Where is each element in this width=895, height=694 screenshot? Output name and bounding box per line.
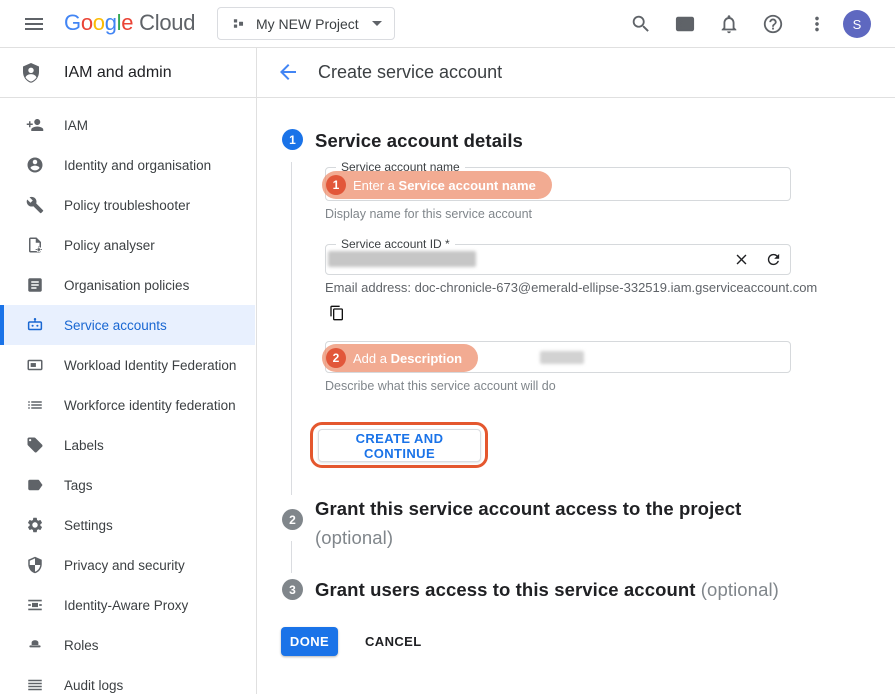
top-app-bar: Google Cloud My NEW Project — [0, 0, 895, 48]
google-logo-word: Google — [64, 10, 133, 36]
project-selector[interactable]: My NEW Project — [217, 7, 395, 40]
header-divider — [0, 97, 895, 98]
sidebar-nav: IAM Identity and organisation Policy tro… — [0, 105, 255, 694]
sidebar-item-identity-aware-proxy[interactable]: Identity-Aware Proxy — [0, 585, 255, 625]
avatar[interactable]: S — [843, 10, 871, 38]
sidebar-item-labels[interactable]: Labels — [0, 425, 255, 465]
document-gear-icon — [26, 236, 44, 254]
sidebar-item-policy-troubleshooter[interactable]: Policy troubleshooter — [0, 185, 255, 225]
sidebar-divider — [256, 48, 257, 694]
sidebar-item-settings[interactable]: Settings — [0, 505, 255, 545]
step3-title: Grant users access to this service accou… — [315, 579, 835, 601]
shield-icon — [26, 556, 44, 574]
tag-icon — [26, 436, 44, 454]
person-add-icon — [26, 116, 44, 134]
annotation-1-text: Enter a Service account name — [353, 178, 536, 193]
project-icon — [230, 15, 247, 32]
menu-icon[interactable] — [22, 12, 46, 36]
service-account-id-label: Service account ID * — [336, 237, 455, 251]
clear-id-icon[interactable] — [733, 251, 750, 268]
account-circle-icon — [26, 156, 44, 174]
proxy-layers-icon — [26, 596, 44, 614]
sidebar-item-service-accounts[interactable]: Service accounts — [0, 305, 255, 345]
sidebar: IAM and admin IAM Identity and organisat… — [0, 48, 256, 694]
shield-person-icon — [19, 61, 43, 85]
chevron-down-icon — [372, 21, 382, 26]
step2-optional: (optional) — [315, 523, 775, 552]
list-icon — [26, 396, 44, 414]
annotation-2-pill: 2 Add a Description — [322, 344, 478, 372]
sidebar-item-identity-organisation[interactable]: Identity and organisation — [0, 145, 255, 185]
copy-icon[interactable] — [329, 305, 345, 321]
stepper-connector-1 — [291, 162, 292, 495]
label-arrow-icon — [26, 476, 44, 494]
create-and-continue-button[interactable]: CREATE AND CONTINUE — [318, 429, 481, 462]
cancel-button[interactable]: CANCEL — [357, 627, 430, 656]
cloud-shell-icon[interactable] — [672, 11, 698, 37]
sidebar-item-tags[interactable]: Tags — [0, 465, 255, 505]
email-address-line: Email address: doc-chronicle-673@emerald… — [325, 280, 817, 295]
step1-number: 1 — [282, 129, 303, 150]
sidebar-item-organisation-policies[interactable]: Organisation policies — [0, 265, 255, 305]
annotation-2-badge: 2 — [326, 348, 346, 368]
name-helper-text: Display name for this service account — [325, 207, 532, 221]
annotation-1-badge: 1 — [326, 175, 346, 195]
service-account-email: doc-chronicle-673@emerald-ellipse-332519… — [415, 280, 818, 295]
sidebar-header: IAM and admin — [0, 48, 256, 97]
sidebar-title: IAM and admin — [64, 64, 172, 82]
back-button[interactable] — [276, 60, 300, 84]
annotation-2-text: Add a Description — [353, 351, 462, 366]
help-icon[interactable] — [760, 11, 786, 37]
gear-icon — [26, 516, 44, 534]
sidebar-item-policy-analyser[interactable]: Policy analyser — [0, 225, 255, 265]
redacted-description-value — [540, 351, 584, 364]
arrow-back-icon — [276, 60, 300, 84]
sidebar-item-privacy-security[interactable]: Privacy and security — [0, 545, 255, 585]
wrench-icon — [26, 196, 44, 214]
sidebar-item-roles[interactable]: Roles — [0, 625, 255, 665]
gcp-console-window: Google Cloud My NEW Project — [0, 0, 895, 694]
log-lines-icon — [26, 676, 44, 694]
done-button[interactable]: DONE — [281, 627, 338, 656]
step3-number: 3 — [282, 579, 303, 600]
cloud-logo-word: Cloud — [139, 10, 195, 36]
sidebar-item-workforce-identity-federation[interactable]: Workforce identity federation — [0, 385, 255, 425]
step2-number: 2 — [282, 509, 303, 530]
search-icon[interactable] — [628, 11, 654, 37]
step2-title: Grant this service account access to the… — [315, 494, 775, 552]
notifications-icon[interactable] — [716, 11, 742, 37]
article-icon — [26, 276, 44, 294]
google-cloud-logo[interactable]: Google Cloud — [64, 10, 195, 36]
regenerate-id-icon[interactable] — [765, 251, 782, 268]
page-title: Create service account — [318, 62, 502, 83]
sidebar-item-iam[interactable]: IAM — [0, 105, 255, 145]
description-helper-text: Describe what this service account will … — [325, 379, 556, 393]
robot-icon — [26, 316, 44, 334]
badge-card-icon — [26, 356, 44, 374]
more-vert-icon[interactable] — [804, 11, 830, 37]
step1-title: Service account details — [315, 130, 523, 152]
hard-hat-icon — [26, 636, 44, 654]
stepper-connector-2 — [291, 541, 292, 573]
project-name: My NEW Project — [256, 16, 359, 32]
step3-optional: (optional) — [701, 579, 779, 600]
sidebar-item-workload-identity-federation[interactable]: Workload Identity Federation — [0, 345, 255, 385]
sidebar-item-audit-logs[interactable]: Audit logs — [0, 665, 255, 694]
redacted-id-value — [328, 251, 476, 267]
annotation-1-pill: 1 Enter a Service account name — [322, 171, 552, 199]
